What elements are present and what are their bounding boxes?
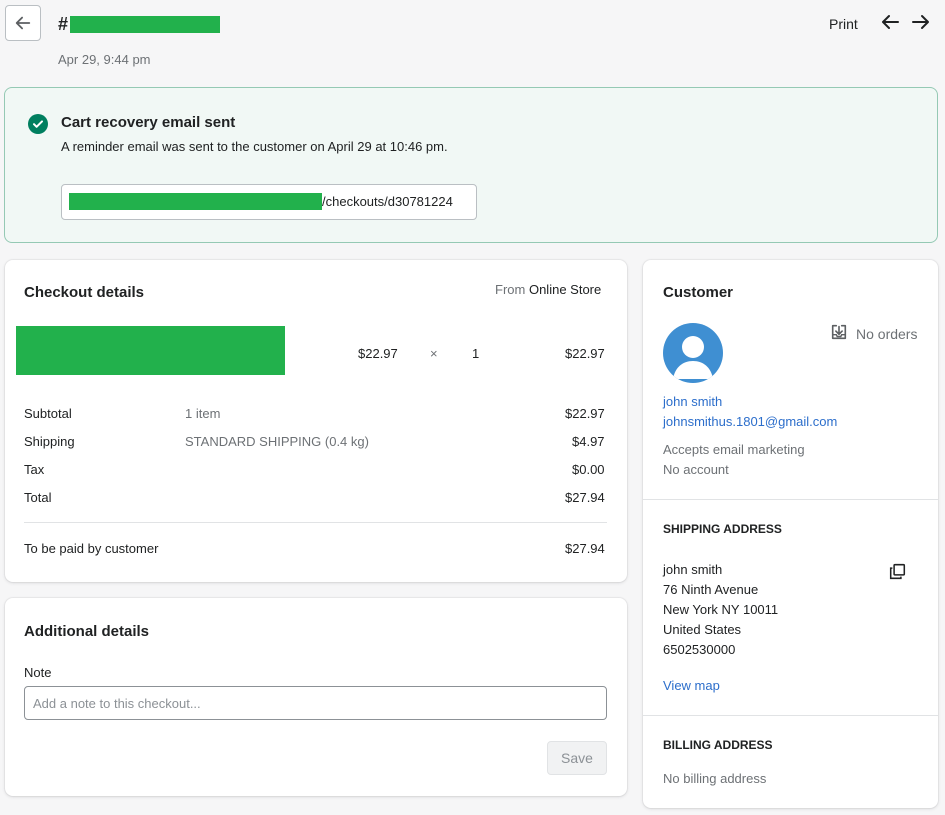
summary-subtotal-label: Subtotal [24,406,72,421]
to-be-paid-amount: $27.94 [565,541,605,556]
checkout-details-title: Checkout details [24,284,145,301]
shipping-line-phone: 6502530000 [663,642,736,657]
view-map-link[interactable]: View map [663,678,720,693]
customer-account: No account [663,462,729,477]
arrow-left-icon [15,16,31,30]
divider [24,522,607,523]
line-item-times: × [430,346,438,361]
shipping-line-city: New York NY 10011 [663,602,779,617]
banner-message: A reminder email was sent to the custome… [61,139,448,154]
billing-address-text: No billing address [663,771,767,786]
shipping-line-country: United States [663,622,742,637]
additional-details-title: Additional details [24,623,150,640]
line-item-total: $22.97 [565,346,605,361]
customer-title: Customer [663,284,734,301]
summary-shipping-label: Shipping [24,434,75,449]
customer-marketing: Accepts email marketing [663,442,805,457]
checkmark-circle-icon [28,114,48,134]
to-be-paid-label: To be paid by customer [24,541,159,556]
note-label: Note [24,665,52,680]
line-item-price: $22.97 [358,346,398,361]
redacted-checkout-id [70,16,220,33]
summary-tax-amount: $0.00 [572,462,605,477]
arrow-right-icon [912,15,929,29]
billing-address-title: BILLING ADDRESS [663,738,773,752]
summary-shipping-amount: $4.97 [572,434,605,449]
summary-subtotal-amount: $22.97 [565,406,605,421]
arrow-left-icon [882,15,899,29]
print-button[interactable]: Print [829,16,858,32]
redacted-store-url [69,193,322,210]
orders-icon [830,323,848,344]
shipping-line-street: 76 Ninth Avenue [663,582,759,597]
next-checkout-button[interactable] [911,12,931,35]
summary-tax-label: Tax [24,462,45,477]
divider [643,715,938,716]
summary-total-label: Total [24,490,52,505]
banner-title: Cart recovery email sent [61,114,236,131]
summary-subtotal-detail: 1 item [185,406,221,421]
customer-email-link[interactable]: johnsmithus.1801@gmail.com [663,414,837,429]
previous-checkout-button[interactable] [880,12,900,35]
checkout-details-card [5,260,627,582]
customer-avatar-icon [663,323,723,383]
redacted-product [16,326,285,375]
recovery-url-suffix: /checkouts/d30781224 [322,194,453,209]
customer-orders: No orders [856,326,918,342]
checkout-date: Apr 29, 9:44 pm [58,52,151,67]
customer-name-link[interactable]: john smith [663,394,722,409]
shipping-line-name: john smith [663,562,723,577]
summary-shipping-detail: STANDARD SHIPPING (0.4 kg) [185,434,369,449]
checkout-source: From Online Store [495,282,602,297]
back-button[interactable] [5,5,41,41]
line-item-quantity: 1 [472,346,480,361]
page-title-hash: # [58,14,69,34]
save-button[interactable]: Save [547,741,607,775]
shipping-address-title: SHIPPING ADDRESS [663,522,782,536]
divider [643,499,938,500]
note-input[interactable] [24,686,607,720]
copy-icon[interactable] [889,563,906,583]
summary-total-amount: $27.94 [565,490,605,505]
